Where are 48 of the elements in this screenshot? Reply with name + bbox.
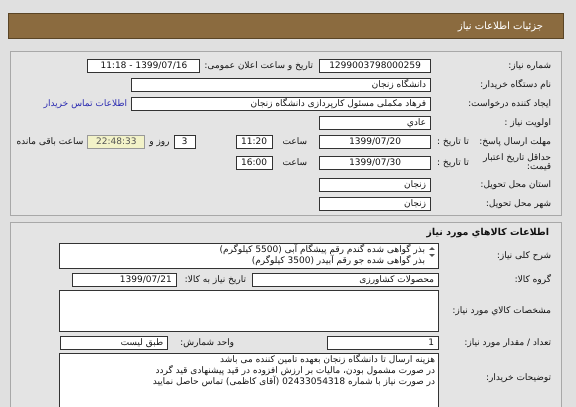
field-label: توضیحات خریدار: <box>486 373 551 383</box>
announce-date-field: 1399/07/16 - 11:18 <box>87 58 200 72</box>
field-label: تعداد / مقدار مورد نیاز: <box>464 338 551 348</box>
field-label: واحد شمارش: <box>180 338 234 348</box>
to-date-label: تا تاریخ : <box>436 136 469 146</box>
need-number-field: 1299003798000259 <box>319 58 431 72</box>
field-label: شماره نیاز: <box>508 60 551 70</box>
validity-time-field: 16:00 <box>236 156 272 170</box>
time-label: ساعت <box>282 136 307 146</box>
field-label: مشخصات کالاي مورد نیاز: <box>452 306 551 316</box>
field-label: گروه کالا: <box>514 274 551 284</box>
field-label: تاریخ نیاز به کالا: <box>184 274 246 284</box>
validity-date-field: 1399/07/30 <box>319 156 431 170</box>
field-label: استان محل تحویل: <box>480 180 551 190</box>
field-label: شهر محل تحویل: <box>486 198 551 208</box>
field-label: مهلت ارسال پاسخ: <box>479 136 551 146</box>
notes-line: در صورت نیاز با شماره 02433054318 (آقای کاظمی) تماس حاصل نمایید <box>152 377 435 388</box>
priority-field: عادي <box>319 116 431 130</box>
requester-field: فرهاد مکملی مسئول کارپردازی دانشگاه زنجان <box>131 96 431 110</box>
field-label: حداقل تاریخ اعتبار قیمت: <box>482 154 551 172</box>
field-label: اولویت نیاز : <box>504 118 551 128</box>
description-line: بذر گواهی شده گندم رقم پیشگام آبی (5500 کیلوگرم) <box>220 245 425 255</box>
buyer-contact-link[interactable]: اطلاعات تماس خریدار <box>44 98 127 108</box>
need-date-field: 1399/07/21 <box>72 272 177 286</box>
goods-group-field: محصولات کشاورزی <box>252 272 439 286</box>
field-label: ایجاد کننده درخواست: <box>468 98 551 108</box>
section-title: اطلاعات کالاهاي مورد نیاز <box>425 227 550 240</box>
province-field: زنجان <box>319 178 431 192</box>
quantity-field: 1 <box>327 336 439 350</box>
deadline-date-field: 1399/07/20 <box>319 134 431 148</box>
remaining-time-field: 22:48:33 <box>87 134 146 148</box>
field-label: شرح کلی نیاز: <box>496 251 551 261</box>
notes-line: در صورت مشمول بودن، مالیات بر ارزش افزوده در قید پیشنهادی قید گردد <box>154 366 435 376</box>
notes-line: هزینه ارسال تا دانشگاه زنجان بعهده تامین کننده می باشد <box>219 355 435 366</box>
unit-field: طبق لیست <box>60 336 168 350</box>
field-label: تاریخ و ساعت اعلان عمومی: <box>204 60 313 70</box>
description-line: بذر گواهی شده جو رقم آبیدر (3500 کیلوگرم) <box>250 256 425 267</box>
to-date-label: تا تاریخ : <box>436 158 469 168</box>
time-label: ساعت <box>282 158 307 168</box>
scroll-arrows-icon[interactable] <box>429 247 435 257</box>
buyer-field: دانشگاه زنجان <box>131 78 431 92</box>
header-title: جزئیات اطلاعات نیاز <box>458 20 543 32</box>
days-field: 3 <box>174 134 196 148</box>
days-label: روز و <box>149 136 170 146</box>
city-field: زنجان <box>319 196 431 210</box>
field-label: نام دستگاه خریدار: <box>480 80 551 90</box>
deadline-time-field: 11:20 <box>236 134 272 148</box>
remaining-label: ساعت باقی مانده <box>16 136 84 146</box>
